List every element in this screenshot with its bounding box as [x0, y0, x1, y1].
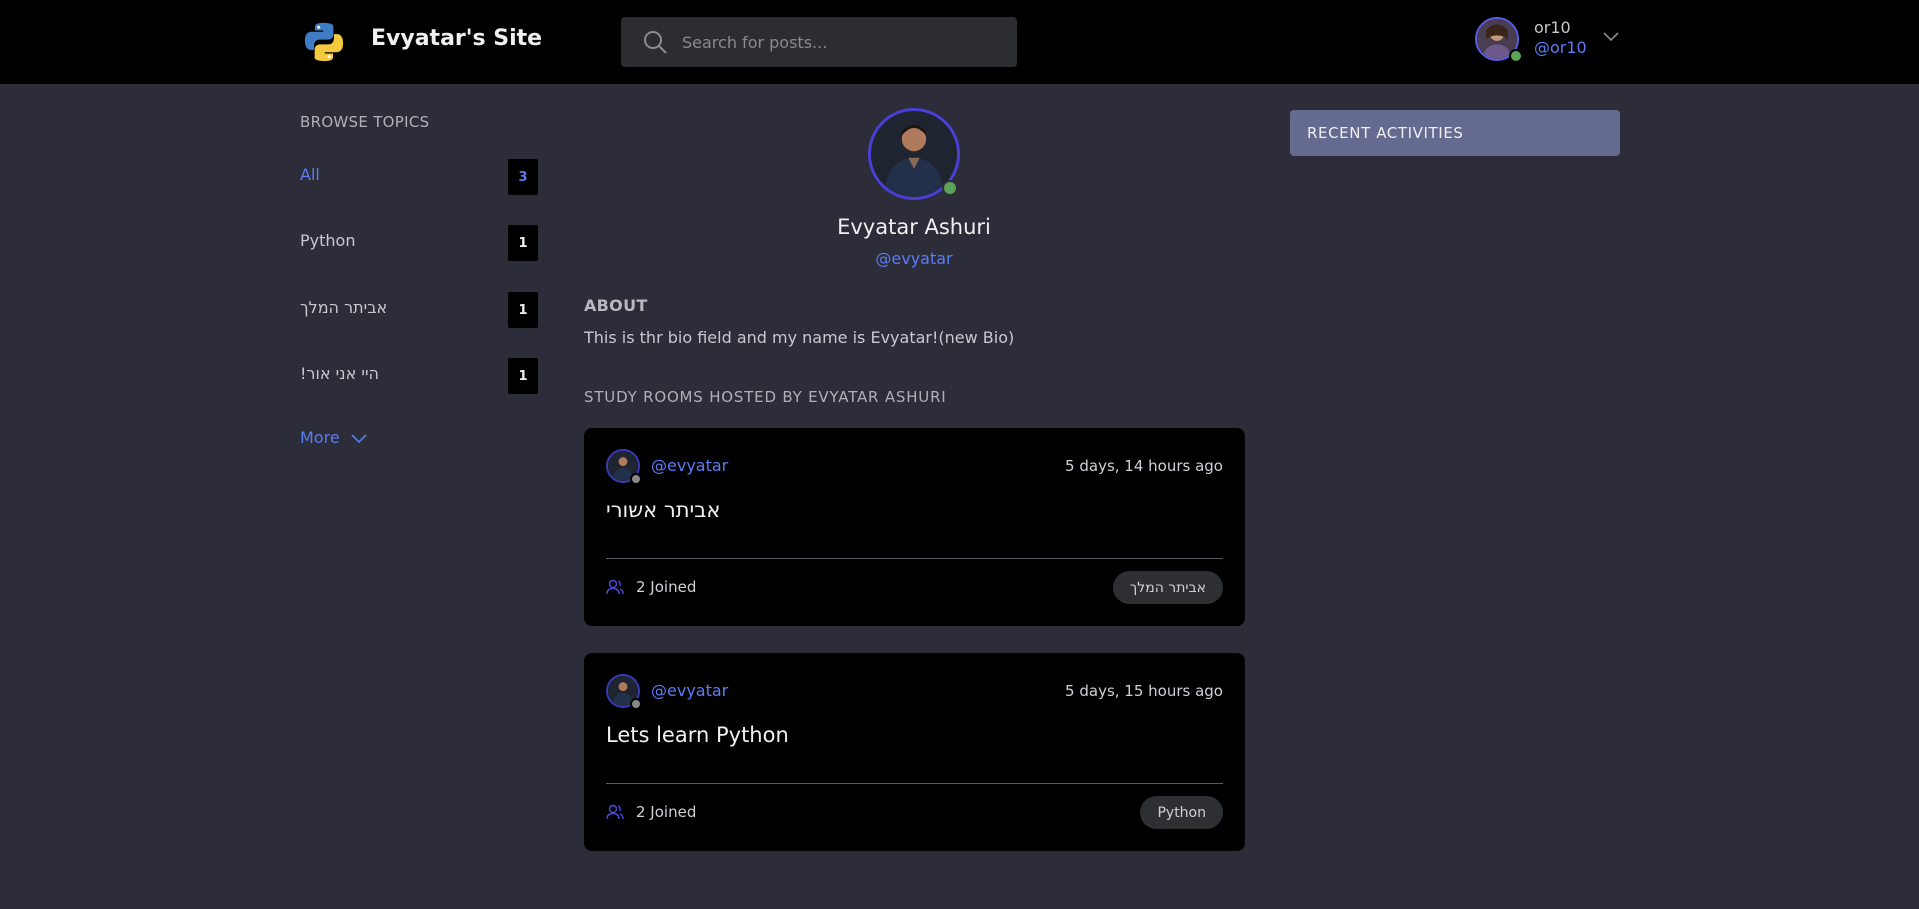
profile-name: Evyatar Ashuri — [837, 215, 991, 239]
topic-count-badge: 3 — [508, 159, 538, 195]
room-host-link[interactable]: @evyatar — [651, 456, 728, 475]
room-host-link[interactable]: @evyatar — [651, 681, 728, 700]
room-topic-tag[interactable]: אביתר המלך — [1112, 571, 1223, 604]
profile-handle: @evyatar — [875, 249, 953, 268]
online-status-dot — [1509, 49, 1523, 63]
room-title[interactable]: Lets learn Python — [606, 723, 789, 747]
browse-topics-title: BROWSE TOPICS — [300, 113, 430, 131]
topic-item-python[interactable]: Python 1 — [300, 225, 538, 261]
recent-activities-header: RECENT ACTIVITIES — [1290, 110, 1620, 156]
profile-avatar — [868, 108, 960, 200]
topic-label: Python — [300, 231, 356, 250]
room-topic-tag[interactable]: Python — [1140, 796, 1223, 829]
topic-count-badge: 1 — [508, 358, 538, 394]
user-name[interactable]: or10 — [1534, 18, 1571, 37]
header: Evyatar's Site or10 @or10 — [0, 0, 1919, 84]
room-joined: 2 Joined — [606, 578, 696, 596]
room-host-avatar[interactable] — [606, 449, 642, 485]
search-input[interactable] — [682, 32, 982, 52]
site-title[interactable]: Evyatar's Site — [371, 26, 542, 51]
online-status-dot — [942, 180, 958, 196]
user-handle[interactable]: @or10 — [1534, 38, 1587, 57]
divider — [606, 783, 1223, 784]
user-avatar[interactable] — [1475, 17, 1523, 63]
joined-count: 2 Joined — [636, 578, 697, 596]
topic-label: אביתר המלך — [300, 298, 388, 317]
more-topics-link[interactable]: More — [300, 428, 368, 447]
status-dot — [630, 698, 642, 710]
topic-label: !היי אני אור — [300, 364, 379, 383]
about-title: ABOUT — [584, 296, 648, 315]
user-group-icon — [606, 579, 624, 595]
rooms-title: STUDY ROOMS HOSTED BY EVYATAR ASHURI — [584, 388, 947, 406]
topic-item-all[interactable]: All 3 — [300, 159, 538, 195]
room-time: 5 days, 15 hours ago — [1065, 682, 1223, 700]
room-host-avatar[interactable] — [606, 674, 642, 710]
room-card[interactable]: @evyatar 5 days, 14 hours ago אביתר אשור… — [584, 428, 1245, 626]
divider — [606, 558, 1223, 559]
joined-count: 2 Joined — [636, 803, 697, 821]
topic-label: All — [300, 165, 320, 184]
chevron-down-icon[interactable] — [1602, 27, 1620, 45]
room-time: 5 days, 14 hours ago — [1065, 457, 1223, 475]
python-logo-icon[interactable] — [303, 20, 345, 64]
topic-count-badge: 1 — [508, 225, 538, 261]
about-text: This is thr bio field and my name is Evy… — [584, 328, 1015, 347]
search-bar[interactable] — [621, 17, 1017, 67]
more-label: More — [300, 428, 340, 447]
topic-count-badge: 1 — [508, 292, 538, 328]
user-group-icon — [606, 804, 624, 820]
room-joined: 2 Joined — [606, 803, 696, 821]
topic-item-hi-im-or[interactable]: !היי אני אור 1 — [300, 358, 538, 394]
topic-item-evyatar-king[interactable]: אביתר המלך 1 — [300, 292, 538, 328]
search-icon — [644, 31, 667, 54]
status-dot — [630, 473, 642, 485]
room-title[interactable]: אביתר אשורי — [606, 498, 720, 522]
chevron-down-icon — [351, 433, 367, 443]
room-card[interactable]: @evyatar 5 days, 15 hours ago Lets learn… — [584, 653, 1245, 851]
recent-activities-title: RECENT ACTIVITIES — [1307, 124, 1464, 142]
